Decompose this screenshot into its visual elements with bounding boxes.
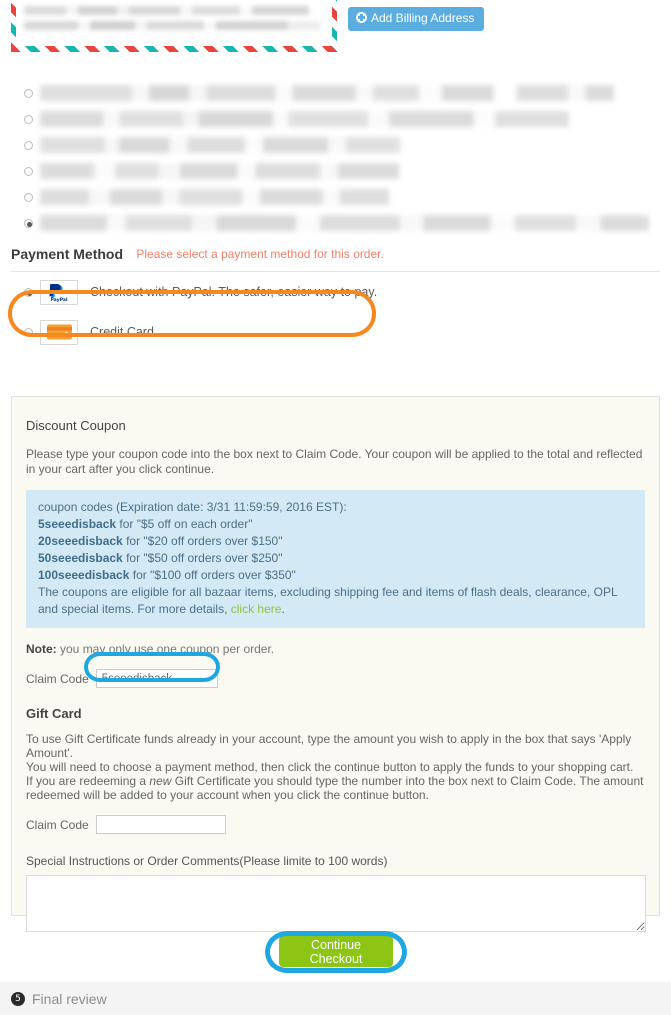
add-billing-address-label: Add Billing Address <box>371 11 475 25</box>
coupon-code-row: 20seeedisback for "$20 off orders over $… <box>38 533 633 550</box>
payment-method-hint: Please select a payment method for this … <box>136 247 384 261</box>
coupon-claim-code-row: Claim Code <box>26 669 645 688</box>
payment-option-credit-card[interactable]: Credit Card <box>0 312 671 352</box>
gift-card-claim-code-row: Claim Code <box>26 815 645 834</box>
shipping-option-radio-selected[interactable] <box>24 219 33 228</box>
shipping-option-row-selected[interactable] <box>0 214 671 240</box>
paypal-logo-icon: PayPal <box>40 279 78 305</box>
shipping-option-radio[interactable] <box>24 89 33 98</box>
coupon-code: 50seeedisback <box>38 551 123 565</box>
continue-checkout-button[interactable]: Continue Checkout <box>279 936 393 967</box>
shipping-option-row[interactable] <box>0 188 671 214</box>
gift-card-paragraph-1: To use Gift Certificate funds already in… <box>26 732 632 760</box>
coupon-eligibility-period: . <box>281 602 285 616</box>
gift-card-claim-code-input[interactable] <box>95 815 226 834</box>
redacted-shipping-option-label <box>40 215 649 231</box>
coupon-code-desc: for "$20 off orders over $150" <box>126 534 283 548</box>
shipping-option-radio[interactable] <box>24 141 33 150</box>
coupon-code: 5seeedisback <box>38 517 117 531</box>
redacted-shipping-option-label <box>40 189 389 205</box>
shipping-options-list <box>0 84 671 240</box>
coupon-code-desc: for "$5 off on each order" <box>119 517 253 531</box>
redacted-shipping-option-label <box>40 85 614 101</box>
redacted-shipping-option-label <box>40 137 400 153</box>
billing-address-envelope <box>11 0 337 52</box>
coupon-eligibility-text: The coupons are eligible for all bazaar … <box>38 585 618 616</box>
billing-address-content <box>16 0 332 46</box>
coupon-code-row: 50seeedisback for "$50 off orders over $… <box>38 550 633 567</box>
step-number-badge: 5 <box>11 991 25 1006</box>
payment-method-section: Payment Method Please select a payment m… <box>0 246 671 352</box>
discount-coupon-title: Discount Coupon <box>26 418 126 433</box>
coupon-code-row: 5seeedisback for "$5 off on each order" <box>38 516 633 533</box>
final-review-step-bar[interactable]: 5 Final review <box>0 982 671 1015</box>
shipping-option-row[interactable] <box>0 162 671 188</box>
gift-card-title: Gift Card <box>26 706 82 721</box>
payment-option-paypal-radio[interactable] <box>24 288 33 297</box>
coupon-note: Note: you may only use one coupon per or… <box>26 642 645 656</box>
discount-coupon-description: Please type your coupon code into the bo… <box>26 447 643 476</box>
shipping-option-row[interactable] <box>0 84 671 110</box>
gift-card-claim-code-label: Claim Code <box>26 817 89 832</box>
payment-option-credit-card-radio[interactable] <box>24 328 33 337</box>
payment-method-header: Payment Method Please select a payment m… <box>0 246 671 262</box>
billing-address-row: Add Billing Address <box>0 0 671 62</box>
coupon-code-desc: for "$50 off orders over $250" <box>126 551 283 565</box>
coupon-code-desc: for "$100 off orders over $350" <box>132 568 296 582</box>
shipping-option-row[interactable] <box>0 110 671 136</box>
discount-coupon-panel: Discount Coupon Please type your coupon … <box>11 396 660 932</box>
final-review-label: Final review <box>32 990 107 1007</box>
svg-text:PayPal: PayPal <box>50 297 68 302</box>
coupon-code-row: 100seeedisback for "$100 off orders over… <box>38 567 633 584</box>
special-instructions-label: Special Instructions or Order Comments(P… <box>26 854 388 868</box>
credit-card-icon <box>40 319 78 345</box>
coupon-note-text: you may only use one coupon per order. <box>56 642 275 656</box>
payment-method-title: Payment Method <box>11 246 124 262</box>
gift-card-paragraph-3-pre: If you are redeeming a <box>26 774 150 788</box>
plus-circle-icon <box>356 12 367 23</box>
coupon-codes-info-box: coupon codes (Expiration date: 3/31 11:5… <box>26 490 645 628</box>
redacted-address-line-1 <box>24 6 324 15</box>
coupon-claim-code-input[interactable] <box>95 669 218 688</box>
gift-card-paragraph-3: If you are redeeming a new Gift Certific… <box>26 774 645 802</box>
shipping-option-radio[interactable] <box>24 167 33 176</box>
coupon-code: 100seeedisback <box>38 568 130 582</box>
redacted-address-line-2 <box>24 21 324 30</box>
coupon-claim-code-label: Claim Code <box>26 671 89 686</box>
coupon-note-label: Note: <box>26 642 57 656</box>
coupon-code: 20seeedisback <box>38 534 123 548</box>
coupon-eligibility-note: The coupons are eligible for all bazaar … <box>38 584 633 618</box>
shipping-option-radio[interactable] <box>24 193 33 202</box>
add-billing-address-button[interactable]: Add Billing Address <box>348 7 485 31</box>
shipping-option-row[interactable] <box>0 136 671 162</box>
shipping-option-radio[interactable] <box>24 115 33 124</box>
coupon-details-link[interactable]: click here <box>231 602 282 616</box>
redacted-shipping-option-label <box>40 163 399 179</box>
gift-card-paragraph-2: You will need to choose a payment method… <box>26 760 634 774</box>
coupon-codes-heading: coupon codes (Expiration date: 3/31 11:5… <box>38 500 347 514</box>
payment-option-credit-card-label: Credit Card <box>90 325 154 339</box>
payment-option-paypal-label: Checkout with PayPal. The safer, easier … <box>90 285 378 299</box>
special-instructions-textarea[interactable] <box>26 875 646 932</box>
gift-card-new-emphasis: new <box>149 774 172 788</box>
redacted-shipping-option-label <box>40 111 569 127</box>
gift-card-description: To use Gift Certificate funds already in… <box>26 732 645 802</box>
payment-option-paypal[interactable]: PayPal Checkout with PayPal. The safer, … <box>0 272 671 312</box>
